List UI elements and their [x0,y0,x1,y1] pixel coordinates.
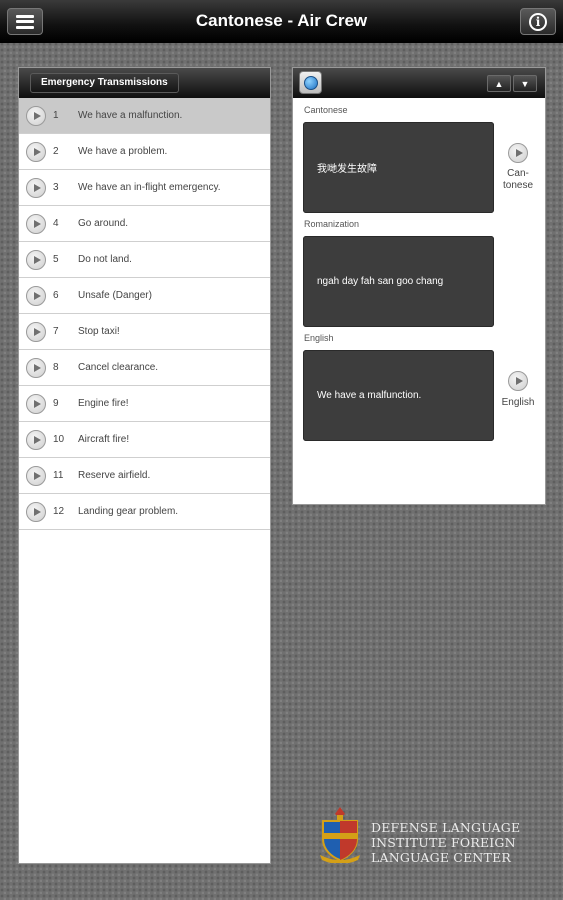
item-text: Go around. [78,218,129,229]
list-item[interactable]: 10 Aircraft fire! [19,422,270,458]
play-icon[interactable] [26,106,46,126]
phrase-list-panel: Emergency Transmissions 1 We have a malfu… [18,67,271,864]
list-header: Emergency Transmissions [19,68,270,98]
item-text: Cancel clearance. [78,362,159,373]
item-text: We have an in-flight emergency. [78,182,221,193]
item-number: 7 [53,326,59,337]
item-number: 3 [53,182,59,193]
list-item[interactable]: 8 Cancel clearance. [19,350,270,386]
cantonese-text-box: 我哋发生故障 [303,122,494,213]
romanization-text: ngah day fah san goo chang [317,276,444,287]
previous-phrase-button[interactable]: ▲ [487,75,511,92]
next-phrase-button[interactable]: ▼ [513,75,537,92]
english-label: English [304,333,334,343]
list-item[interactable]: 11 Reserve airfield. [19,458,270,494]
item-number: 12 [53,506,65,517]
item-number: 6 [53,290,59,301]
list-item[interactable]: 6 Unsafe (Danger) [19,278,270,314]
item-text: We have a malfunction. [78,110,183,121]
item-number: 10 [53,434,65,445]
item-text: We have a problem. [78,146,168,157]
detail-header: ▲ ▼ [293,68,545,98]
logo-line-2: INSTITUTE FOREIGN [371,835,516,850]
list-item[interactable]: 9 Engine fire! [19,386,270,422]
cantonese-label: Cantonese [304,105,348,115]
play-icon[interactable] [26,178,46,198]
play-english-label: English [501,397,535,408]
list-item[interactable]: 5 Do not land. [19,242,270,278]
play-icon[interactable] [26,466,46,486]
list-item[interactable]: 2 We have a problem. [19,134,270,170]
play-icon[interactable] [26,394,46,414]
logo-line-1: DEFENSE LANGUAGE [371,820,521,835]
english-text-box: We have a malfunction. [303,350,494,441]
list-item[interactable]: 1 We have a malfunction. [19,98,270,134]
list-item[interactable]: 4 Go around. [19,206,270,242]
item-number: 4 [53,218,59,229]
list-item[interactable]: 7 Stop taxi! [19,314,270,350]
romanization-text-box: ngah day fah san goo chang [303,236,494,327]
item-text: Unsafe (Danger) [78,290,152,301]
play-cantonese-button[interactable] [508,143,528,163]
play-cantonese-label-text: Can- tonese [502,168,534,191]
item-number: 2 [53,146,59,157]
globe-icon [303,75,318,90]
play-english-button[interactable] [508,371,528,391]
item-number: 1 [53,110,59,121]
item-text: Reserve airfield. [78,470,151,481]
play-cantonese-label: Can- tonese [493,168,543,192]
english-text: We have a malfunction. [317,390,422,401]
item-text: Do not land. [78,254,132,265]
item-text: Engine fire! [78,398,129,409]
item-text: Stop taxi! [78,326,120,337]
item-number: 11 [53,470,64,481]
top-bar: Cantonese - Air Crew i [0,0,563,43]
crest-icon [320,807,360,863]
item-number: 5 [53,254,59,265]
phrase-detail-panel: ▲ ▼ Cantonese 我哋发生故障 Can- tonese Romaniz… [292,67,546,505]
list-item[interactable]: 3 We have an in-flight emergency. [19,170,270,206]
item-number: 8 [53,362,59,373]
globe-button[interactable] [299,71,322,94]
play-icon[interactable] [26,142,46,162]
item-text: Aircraft fire! [78,434,130,445]
play-icon[interactable] [26,502,46,522]
category-title[interactable]: Emergency Transmissions [30,73,179,93]
cantonese-text: 我哋发生故障 [317,164,377,175]
play-icon[interactable] [26,250,46,270]
phrase-list: 1 We have a malfunction. 2 We have a proble… [19,98,270,530]
list-item[interactable]: 12 Landing gear problem. [19,494,270,530]
dliflc-logo: DEFENSE LANGUAGE INSTITUTE FOREIGN LANGU… [318,805,528,865]
play-icon[interactable] [26,358,46,378]
play-icon[interactable] [26,430,46,450]
romanization-label: Romanization [304,219,360,229]
info-icon: i [529,12,547,31]
logo-line-3: LANGUAGE CENTER [371,850,512,865]
item-number: 9 [53,398,59,409]
app-title: Cantonese - Air Crew [195,11,368,30]
info-button[interactable]: i [520,8,556,35]
item-text: Landing gear problem. [78,506,179,517]
play-icon[interactable] [26,322,46,342]
play-icon[interactable] [26,286,46,306]
play-icon[interactable] [26,214,46,234]
